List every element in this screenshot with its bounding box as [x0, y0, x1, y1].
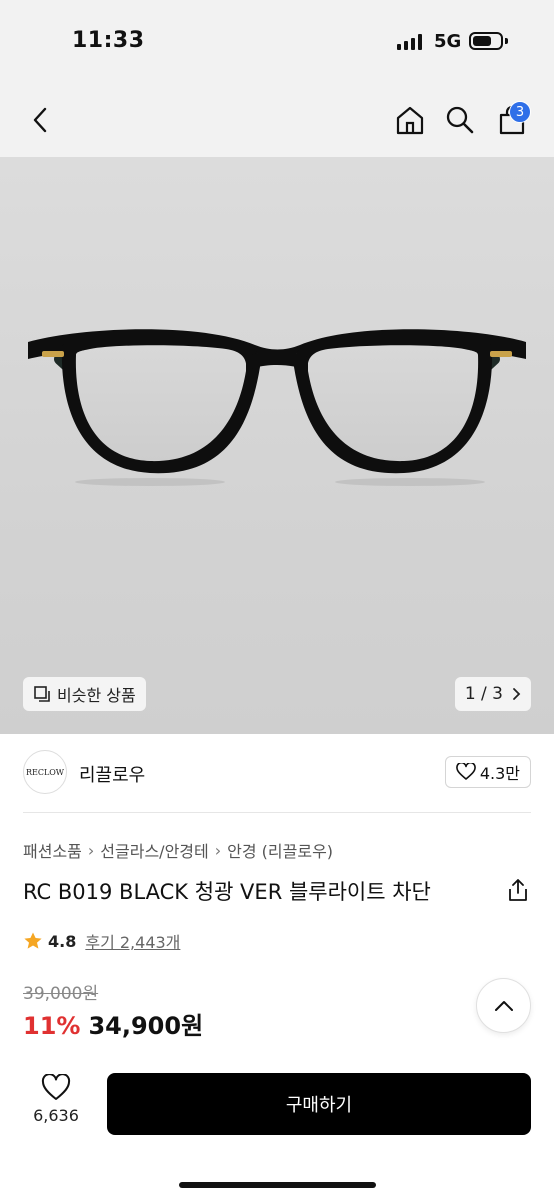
share-icon	[509, 879, 527, 901]
back-button[interactable]	[22, 100, 58, 140]
chevron-right-icon	[513, 688, 521, 700]
top-area: 11:33 5G 3	[0, 0, 554, 157]
similar-products-label: 비슷한 상품	[57, 686, 136, 705]
rating-value: 4.8	[48, 931, 77, 951]
store-like-button[interactable]: 4.3만	[444, 756, 531, 788]
network-type: 5G	[434, 31, 462, 52]
store-name[interactable]: 리끌로우	[79, 761, 145, 787]
status-time: 11:33	[72, 28, 145, 53]
image-pager[interactable]: 1 / 3	[454, 677, 531, 711]
discount-rate: 11%	[23, 1012, 81, 1040]
breadcrumb: 패션소품 › 선글라스/안경테 › 안경 (리끌로우)	[23, 838, 333, 862]
home-button[interactable]	[390, 100, 430, 140]
star-icon	[24, 932, 42, 949]
product-title: RC B019 BLACK 청광 VER 블루라이트 차단	[23, 880, 431, 904]
battery-tip	[505, 38, 508, 44]
store-like-count: 4.3만	[479, 764, 520, 783]
divider	[23, 812, 531, 813]
chevron-up-icon	[494, 1000, 513, 1011]
heart-icon	[41, 1074, 71, 1100]
store-logo[interactable]: RECLOW	[23, 750, 67, 794]
home-indicator	[179, 1182, 376, 1188]
breadcrumb-item[interactable]: 선글라스/안경테	[100, 838, 208, 862]
scroll-top-button[interactable]	[476, 978, 531, 1033]
rating-row: 4.8 후기 2,443개	[23, 929, 180, 953]
search-button[interactable]	[440, 100, 480, 140]
chevron-right-icon: ›	[87, 840, 95, 860]
heart-icon	[456, 763, 476, 780]
share-button[interactable]	[504, 876, 532, 904]
breadcrumb-item[interactable]: 안경 (리끌로우)	[227, 838, 333, 862]
copy-icon	[34, 686, 50, 702]
similar-products-button[interactable]: 비슷한 상품	[23, 677, 146, 711]
store-row: RECLOW 리끌로우 4.3만	[0, 748, 554, 800]
home-icon	[396, 106, 424, 135]
signal-icon	[397, 34, 422, 50]
image-pager-count: 1 / 3	[464, 684, 503, 704]
buy-button[interactable]: 구매하기	[107, 1073, 531, 1135]
search-icon	[446, 106, 474, 134]
original-price: 39,000원	[23, 984, 99, 1004]
glasses-image	[28, 329, 526, 486]
battery-icon	[469, 32, 503, 50]
review-link[interactable]: 후기 2,443개	[85, 929, 180, 953]
cart-badge: 3	[509, 101, 531, 123]
breadcrumb-item[interactable]: 패션소품	[23, 838, 82, 862]
price-row: 11% 34,900원	[23, 1006, 203, 1041]
product-image-gallery[interactable]: 비슷한 상품 1 / 3	[0, 157, 554, 734]
chevron-right-icon: ›	[214, 840, 222, 860]
wishlist-button[interactable]: 6,636	[23, 1074, 89, 1136]
wishlist-count: 6,636	[33, 1106, 79, 1125]
store-logo-text: RECLOW	[25, 767, 65, 777]
bottom-action-bar: 6,636 구매하기	[0, 1060, 554, 1200]
chevron-left-icon	[33, 107, 47, 133]
sale-price: 34,900원	[88, 1012, 204, 1040]
